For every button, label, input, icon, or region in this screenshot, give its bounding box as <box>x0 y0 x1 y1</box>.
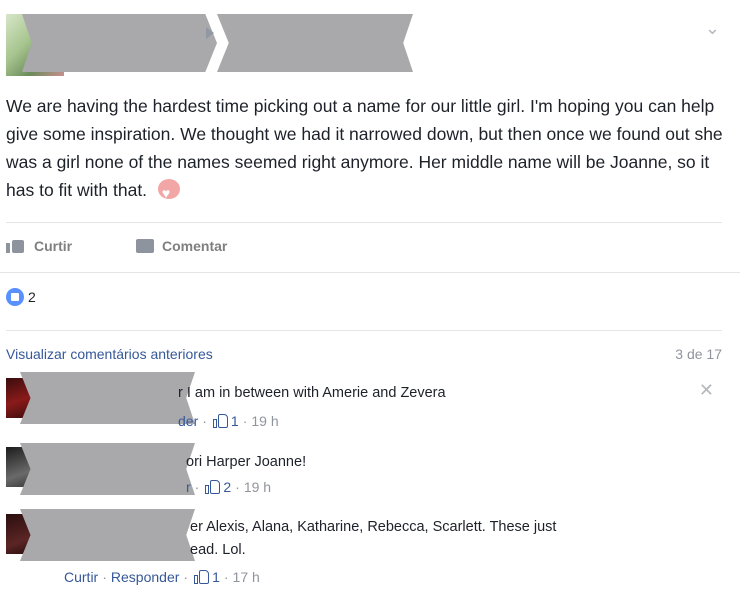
likes-summary[interactable]: 2 <box>6 288 36 306</box>
thumbs-up-icon <box>194 570 210 584</box>
close-icon[interactable]: ✕ <box>699 380 714 401</box>
separator: · <box>194 479 200 495</box>
comment-like-link[interactable]: Curtir <box>64 569 98 585</box>
chevron-down-icon[interactable]: ⌄ <box>705 18 720 39</box>
thumbs-up-icon <box>6 239 26 253</box>
shared-to-arrow-icon <box>206 27 214 39</box>
reply-link[interactable]: der <box>178 413 198 429</box>
comment-meta: r · 2 · 19 h <box>186 479 271 495</box>
comment-icon <box>136 239 154 253</box>
like-reaction-icon <box>6 288 24 306</box>
comment-like-count[interactable]: 2 <box>223 479 231 495</box>
comment-time[interactable]: 19 h <box>244 479 271 495</box>
redacted-group-name <box>217 14 413 72</box>
divider <box>0 272 740 273</box>
reply-link[interactable]: Responder <box>111 569 180 585</box>
redacted-commenter-name <box>20 509 195 561</box>
divider <box>6 330 722 331</box>
thumbs-up-icon <box>205 480 221 494</box>
comment-count: 3 de 17 <box>675 346 722 362</box>
like-button-label: Curtir <box>34 238 73 254</box>
comment-meta: Curtir · Responder · 1 · 17 h <box>64 569 260 585</box>
redacted-author-name <box>22 14 217 72</box>
heart-icon <box>157 179 180 207</box>
separator: · <box>235 479 240 495</box>
comment-text: ori Harper Joanne! <box>186 454 307 470</box>
separator: · <box>202 413 207 429</box>
comment-time[interactable]: 19 h <box>251 413 278 429</box>
comment-text-line2: ead. Lol. <box>190 542 246 558</box>
post-body: We are having the hardest time picking o… <box>6 96 723 200</box>
view-previous-comments-link[interactable]: Visualizar comentários anteriores <box>6 346 213 362</box>
comment-text: r I am in between with Amerie and Zevera <box>178 385 446 401</box>
reply-link[interactable]: r <box>186 479 191 495</box>
separator: · <box>223 569 229 585</box>
post-text: We are having the hardest time picking o… <box>6 92 726 207</box>
comment-button-label: Comentar <box>162 238 228 254</box>
comment-text-line1: er Alexis, Alana, Katharine, Rebecca, Sc… <box>190 519 557 535</box>
comment-like-count[interactable]: 1 <box>231 413 239 429</box>
redacted-commenter-name <box>20 443 195 495</box>
divider <box>6 222 722 223</box>
separator: · <box>102 569 107 585</box>
comment-meta: der · 1 · 19 h <box>178 413 279 429</box>
likes-count: 2 <box>28 289 36 305</box>
separator: · <box>242 413 248 429</box>
comment-time[interactable]: 17 h <box>233 569 260 585</box>
comment-button[interactable]: Comentar <box>136 238 227 254</box>
thumbs-up-icon <box>212 414 229 428</box>
redacted-commenter-name <box>20 372 195 424</box>
comment-like-count[interactable]: 1 <box>212 569 220 585</box>
like-button[interactable]: Curtir <box>6 238 72 254</box>
separator: · <box>183 569 189 585</box>
